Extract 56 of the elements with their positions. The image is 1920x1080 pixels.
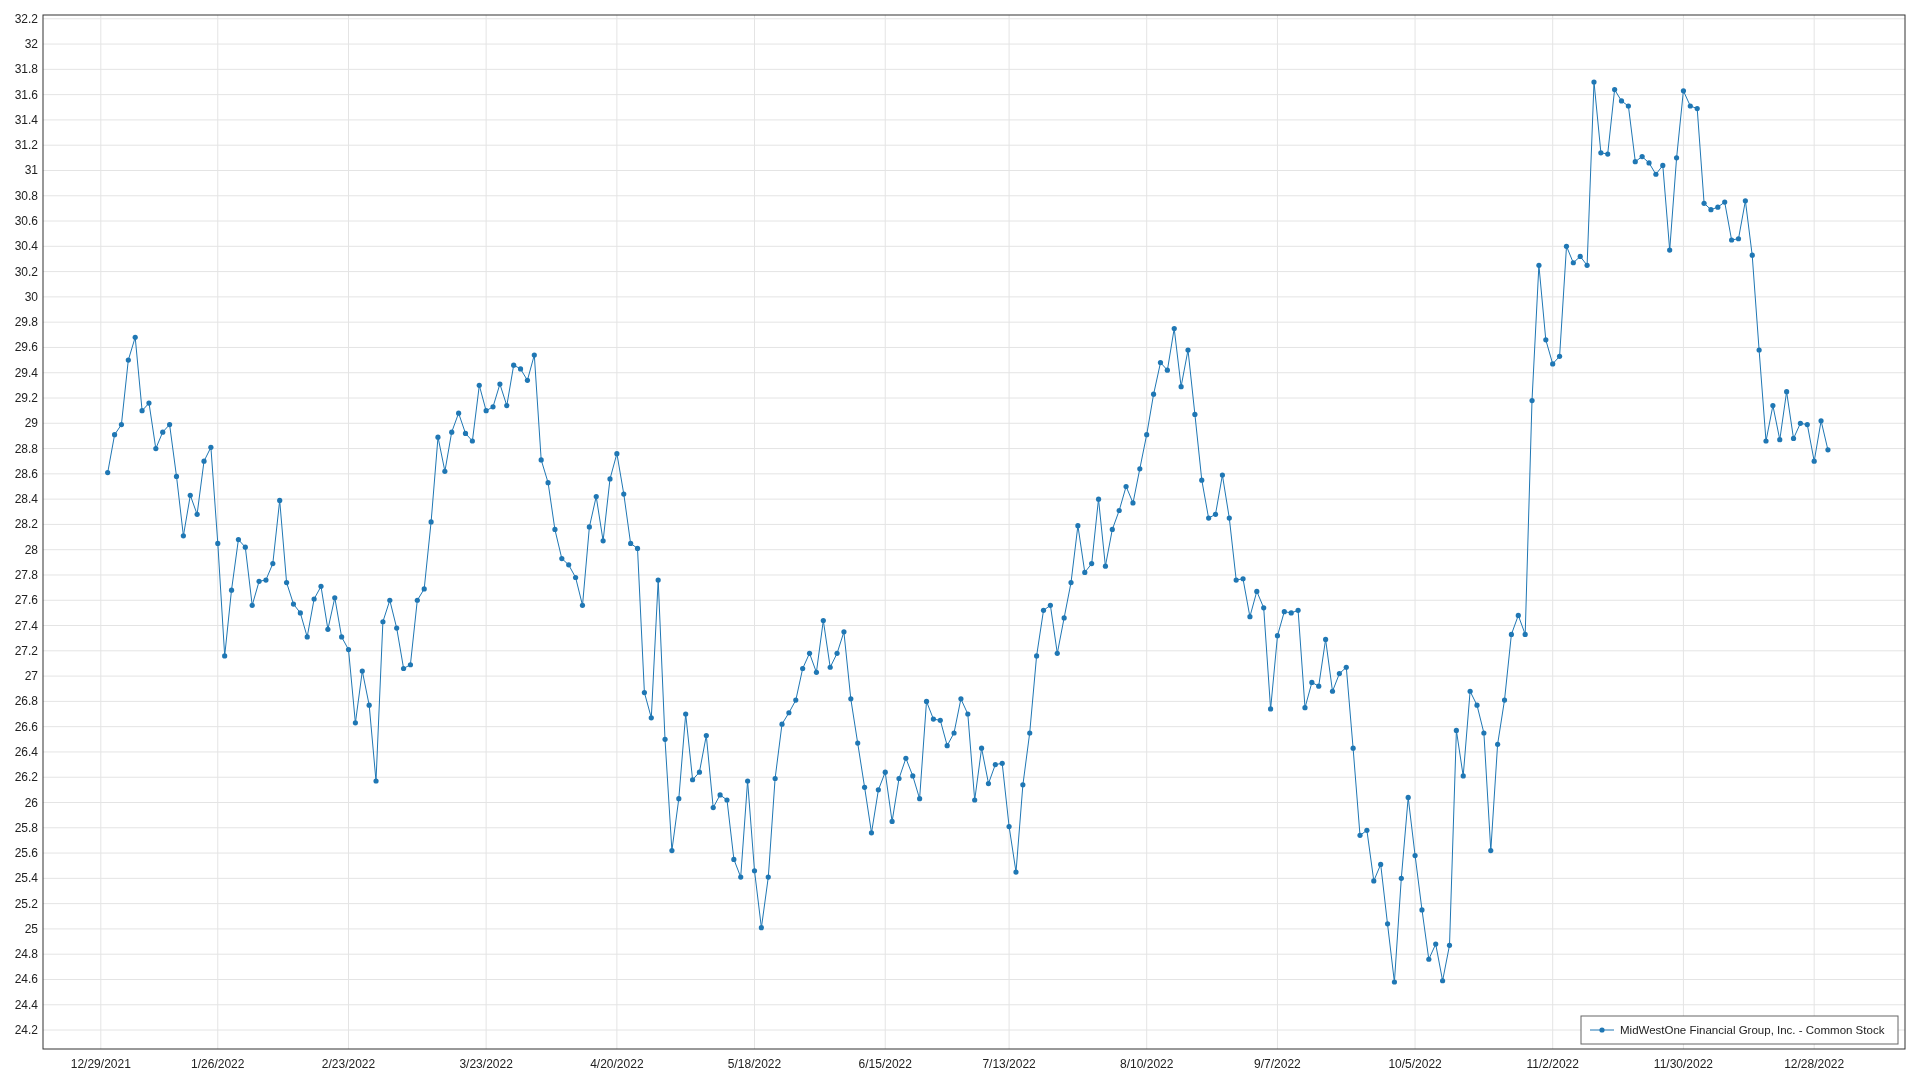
y-tick-label: 27.8 <box>14 568 38 582</box>
y-tick-label: 30.8 <box>14 188 38 203</box>
y-tick-label: 28.8 <box>14 441 38 456</box>
y-tick-label: 32.2 <box>14 11 38 26</box>
y-tick-label: 26.4 <box>14 744 38 759</box>
y-tick-label: 27.2 <box>14 643 38 658</box>
y-tick-label: 29.4 <box>14 365 38 380</box>
y-tick-label: 24.4 <box>14 997 38 1012</box>
y-tick-label: 28.4 <box>14 492 38 507</box>
x-tick-label: 11/30/2022 <box>1653 1057 1713 1071</box>
y-tick-label: 31.6 <box>14 87 38 102</box>
y-tick-label: 26.2 <box>14 770 38 785</box>
x-tick-label: 2/23/2022 <box>321 1057 376 1071</box>
x-tick-label: 11/2/2022 <box>1526 1057 1579 1071</box>
x-tick-label: 10/5/2022 <box>1388 1057 1442 1071</box>
y-tick-label: 29.2 <box>14 391 38 405</box>
y-tick-label: 32 <box>24 37 38 52</box>
y-tick-label: 29.8 <box>14 315 38 330</box>
y-tick-label: 31.2 <box>14 138 38 153</box>
x-tick-label: 12/28/2022 <box>1784 1057 1845 1071</box>
x-tick-label: 9/7/2022 <box>1254 1057 1301 1071</box>
y-tick-label: 27 <box>24 669 38 684</box>
y-tick-label: 31.8 <box>14 62 38 77</box>
y-tick-label: 25.4 <box>14 871 38 886</box>
y-tick-label: 24.6 <box>14 972 38 987</box>
y-tick-label: 25.8 <box>14 820 38 835</box>
y-tick-label: 30.4 <box>14 239 38 254</box>
y-tick-label: 31 <box>24 163 38 178</box>
x-tick-label: 4/20/2022 <box>590 1057 644 1071</box>
y-tick-label: 26.6 <box>14 719 38 734</box>
y-tick-label: 25.2 <box>14 896 38 911</box>
y-tick-label: 30.2 <box>14 264 38 279</box>
y-tick-label: 31.4 <box>14 112 38 127</box>
x-tick-label: 7/13/2022 <box>982 1057 1036 1071</box>
y-tick-label: 24.2 <box>14 1023 38 1038</box>
y-tick-label: 24.8 <box>14 947 38 962</box>
y-tick-label: 26 <box>24 795 38 810</box>
y-tick-label: 27.6 <box>14 593 38 608</box>
y-tick-label: 28.6 <box>14 466 38 481</box>
y-tick-label: 25 <box>24 921 38 936</box>
x-tick-label: 12/29/2021 <box>70 1057 131 1071</box>
x-tick-label: 6/15/2022 <box>858 1057 912 1071</box>
y-tick-label: 30 <box>24 289 38 304</box>
legend-label: MidWestOne Financial Group, Inc. - Common Stock <box>1620 1024 1885 1036</box>
x-tick-label: 3/23/2022 <box>459 1057 513 1071</box>
y-tick-label: 27.4 <box>14 618 38 633</box>
y-tick-label: 26.8 <box>14 694 38 709</box>
y-tick-label: 28 <box>24 542 38 557</box>
y-tick-label: 29.6 <box>14 340 38 355</box>
x-tick-label: 5/18/2022 <box>727 1057 782 1071</box>
y-tick-label: 30.6 <box>14 214 38 229</box>
y-tick-label: 28.2 <box>14 517 38 532</box>
y-tick-label: 25.6 <box>14 846 38 861</box>
x-tick-label: 8/10/2022 <box>1120 1057 1174 1071</box>
y-tick-label: 29 <box>24 416 38 431</box>
x-tick-label: 1/26/2022 <box>191 1057 245 1071</box>
